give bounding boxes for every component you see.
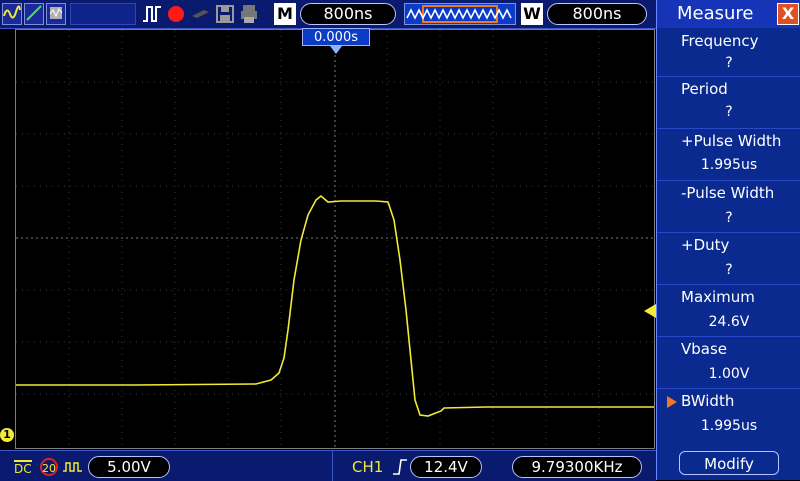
top-toolbar: M 800ns W 800ns [0,0,656,29]
trigger-source-label: CH1 [352,458,384,476]
printer-icon[interactable] [238,3,260,25]
measure-separator [657,128,800,129]
window-zoom-display[interactable] [404,3,516,25]
selected-item-arrow-icon [667,396,677,408]
measure-value-neg-pulse-width: ? [725,210,733,226]
measure-value-frequency: ? [725,55,733,71]
measure-value-vbase: 1.00V [708,366,750,382]
measure-panel-title: Measure X [657,0,800,28]
measure-label-pos-duty[interactable]: +Duty [681,236,729,254]
mode-indicator: M [274,3,296,25]
measure-label-neg-pulse-width[interactable]: -Pulse Width [681,184,774,202]
bandwidth-limit-indicator: 20 [40,458,58,476]
trigger-position-pointer [330,46,342,54]
measure-label-bwidth[interactable]: BWidth [681,392,734,410]
invert-icon [62,459,84,479]
separator-line [332,451,333,481]
measure-separator [657,232,800,233]
trigger-edge-icon[interactable] [141,3,163,25]
frequency-counter-readout: 9.79300KHz [512,456,642,478]
close-icon[interactable]: X [777,3,799,25]
measure-label-vbase[interactable]: Vbase [681,340,727,358]
record-icon[interactable] [165,3,187,25]
measure-value-pos-duty: ? [725,262,733,278]
measure-value-bwidth: 1.995us [700,418,758,434]
noise-icon[interactable] [46,3,66,25]
measure-label-pos-pulse-width[interactable]: +Pulse Width [681,132,781,150]
trigger-position-label[interactable]: 0.000s [302,28,370,46]
measure-panel: Measure X Frequency ? Period ? +Pulse Wi… [656,0,800,480]
measure-value-maximum: 24.6V [708,314,750,330]
ch1-scale-readout[interactable]: 5.00V [88,456,170,478]
ch1-ground-marker[interactable]: 1 [0,428,14,442]
probe-icon [190,3,212,25]
rising-edge-icon [392,458,408,480]
measure-title-text: Measure [677,3,754,24]
bottom-status-bar: DC 20 5.00V CH1 12.4V 9.79300KHz [0,450,656,481]
timebase-readout[interactable]: 800ns [300,3,396,25]
measure-separator [657,76,800,77]
window-indicator: W [521,3,543,25]
measure-separator [657,336,800,337]
window-time-readout[interactable]: 800ns [547,3,647,25]
coupling-indicator: DC [14,460,32,476]
measure-separator [657,388,800,389]
waveform-yellow-icon[interactable] [2,3,22,25]
measure-label-period[interactable]: Period [681,80,728,98]
measure-label-maximum[interactable]: Maximum [681,288,755,306]
measure-separator [657,180,800,181]
measure-separator [657,284,800,285]
trigger-level-readout[interactable]: 12.4V [410,456,482,478]
waveform-green-icon[interactable] [24,3,44,25]
trigger-level-arrow[interactable] [644,304,656,318]
measure-label-frequency[interactable]: Frequency [681,32,759,50]
waveform-display[interactable] [15,29,655,449]
save-icon[interactable] [214,3,236,25]
graticule-and-trace [16,30,654,448]
blank-status-box [70,3,136,25]
measure-value-pos-pulse-width: 1.995us [700,157,758,173]
modify-button[interactable]: Modify [679,451,779,475]
measure-value-period: ? [725,104,733,120]
